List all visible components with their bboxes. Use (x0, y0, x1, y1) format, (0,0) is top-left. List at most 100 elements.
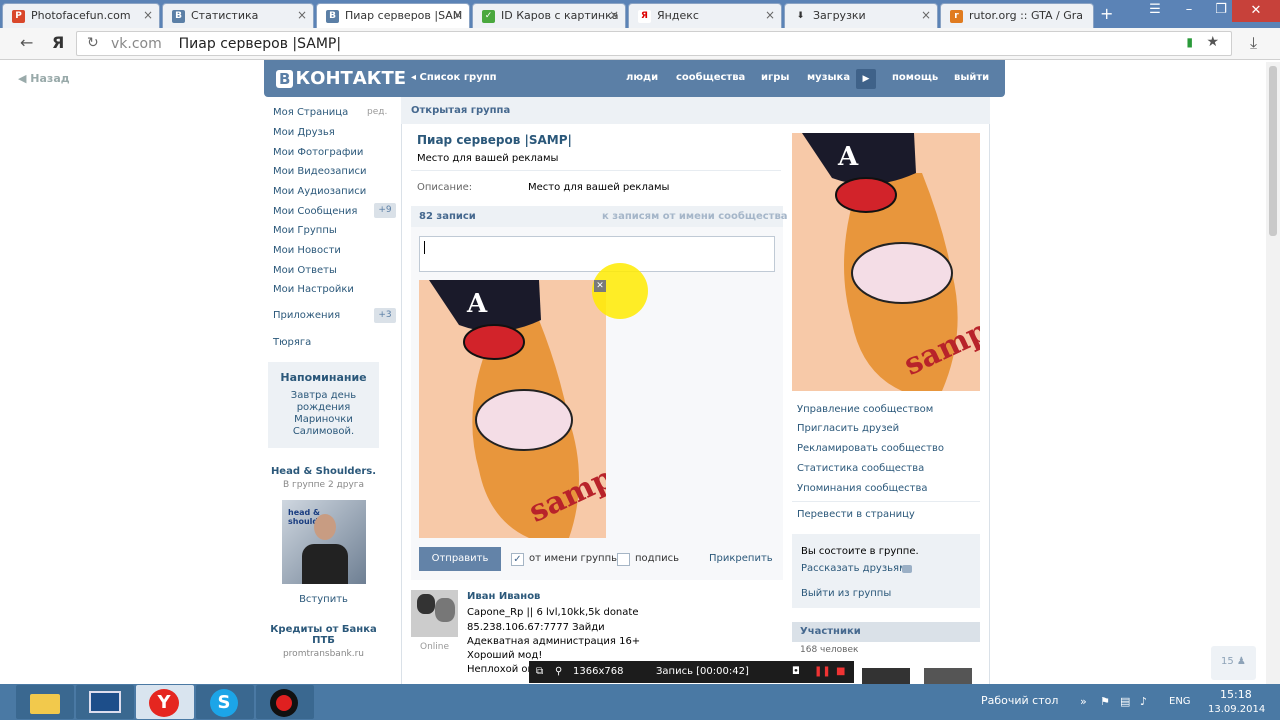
new-tab-icon[interactable]: + (1100, 4, 1113, 23)
join-button[interactable]: Вступить (268, 594, 379, 605)
attach-link[interactable]: Прикрепить (709, 553, 773, 564)
group-avatar[interactable]: A samp (792, 133, 980, 391)
close-icon[interactable]: × (453, 8, 463, 22)
chevron-up-icon[interactable]: » (1080, 695, 1087, 708)
convert-to-page-link[interactable]: Перевести в страницу (797, 509, 915, 520)
scrollbar-thumb[interactable] (1269, 66, 1277, 236)
nav-games[interactable]: игры (761, 72, 789, 83)
as-group-label[interactable]: от имени группы (529, 553, 619, 564)
tab-car-ids[interactable]: ✓ ID Каров с картинка × (472, 3, 626, 28)
stop-icon[interactable]: ■ (836, 666, 845, 677)
menu-news[interactable]: Мои Новости (273, 245, 341, 256)
close-icon[interactable]: × (765, 8, 775, 22)
yandex-logo-icon[interactable]: Я (52, 33, 64, 52)
apps-badge[interactable]: +3 (374, 308, 396, 323)
ad-bank[interactable]: Кредиты от Банка ПТБ promtransbank.ru (268, 624, 379, 659)
nav-music[interactable]: музыка (807, 72, 850, 83)
back-link[interactable]: ◀ Назад (18, 72, 70, 85)
skype-icon[interactable]: S (196, 685, 254, 719)
reminder-text[interactable]: Завтра день рождения Мариночки Салимовой… (268, 390, 379, 438)
yandex-browser-icon[interactable]: Y (136, 685, 194, 719)
downloads-icon[interactable]: ⤓ (1250, 33, 1257, 53)
close-icon[interactable]: × (921, 8, 931, 22)
ad-head-shoulders[interactable]: Head & Shoulders. В группе 2 друга (268, 466, 379, 490)
menu-prison-app[interactable]: Тюряга (273, 337, 311, 348)
reload-icon[interactable]: ↻ (87, 35, 99, 51)
menu-icon[interactable]: ☰ (1138, 2, 1172, 17)
tab-photofacefun[interactable]: P Photofacefun.com × (2, 3, 160, 28)
advertise-link[interactable]: Рекламировать сообщество (797, 443, 944, 454)
send-button[interactable]: Отправить (419, 547, 501, 571)
member-avatar[interactable] (862, 668, 910, 684)
menu-friends[interactable]: Мои Друзья (273, 127, 335, 138)
network-icon[interactable]: ▤ (1120, 695, 1130, 708)
remove-attachment-icon[interactable]: ✕ (594, 280, 606, 292)
url-input[interactable]: ↻ vk.com Пиар серверов |SAMP| ▮ ★ (76, 31, 1232, 56)
vk-logo[interactable]: В КОНТАКТЕ (276, 68, 406, 89)
recorder-app-icon[interactable] (256, 685, 314, 719)
window-icon[interactable]: ⧉ (536, 666, 543, 677)
tab-stats[interactable]: B Статистика × (162, 3, 314, 28)
language-indicator[interactable]: ENG (1169, 696, 1191, 707)
menu-videos[interactable]: Мои Видеозаписи (273, 166, 366, 177)
minimize-icon[interactable]: – (1172, 2, 1206, 17)
signature-checkbox[interactable] (617, 553, 630, 566)
nav-communities[interactable]: сообщества (676, 72, 745, 83)
tab-downloads[interactable]: ⬇ Загрузки × (784, 3, 938, 28)
messages-badge[interactable]: +9 (374, 203, 396, 218)
tab-group-page[interactable]: B Пиар серверов |SAM × (316, 3, 470, 28)
attached-image[interactable]: A samp (419, 280, 606, 538)
clock-date[interactable]: 13.09.2014 (1208, 704, 1265, 715)
nav-help[interactable]: помощь (892, 72, 938, 83)
close-icon[interactable]: × (143, 8, 153, 22)
menu-answers[interactable]: Мои Ответы (273, 265, 337, 276)
lock-icon[interactable]: ▮ (1186, 35, 1193, 49)
menu-apps[interactable]: Приложения (273, 310, 340, 321)
post-input[interactable] (419, 236, 775, 272)
manage-community-link[interactable]: Управление сообществом (797, 404, 933, 415)
flag-icon[interactable]: ⚑ (1100, 695, 1110, 708)
desktop-label[interactable]: Рабочий стол (981, 694, 1058, 707)
play-icon[interactable]: ▶ (856, 69, 876, 89)
post-author[interactable]: Иван Иванов (467, 591, 540, 602)
ad-image[interactable]: head & shoulders (282, 500, 366, 584)
signature-label[interactable]: подпись (635, 553, 679, 564)
ad-title[interactable]: Кредиты от Банка ПТБ (268, 624, 379, 646)
menu-my-page[interactable]: Моя Страница (273, 107, 348, 118)
speech-bubble-icon[interactable] (902, 565, 912, 573)
close-icon[interactable]: × (609, 8, 619, 22)
member-avatar[interactable] (924, 668, 972, 684)
zoom-icon[interactable]: ⚲ (555, 666, 562, 677)
post-avatar[interactable] (411, 590, 458, 637)
likes-counter[interactable]: 15 ♟ (1211, 646, 1256, 680)
nav-people[interactable]: люди (626, 72, 658, 83)
pause-icon[interactable]: ❚❚ (814, 666, 831, 677)
camera-icon[interactable]: ◘ (792, 666, 800, 677)
menu-groups[interactable]: Мои Группы (273, 225, 337, 236)
ad-title[interactable]: Head & Shoulders. (268, 466, 379, 477)
close-icon[interactable]: × (297, 8, 307, 22)
members-title[interactable]: Участники (800, 626, 861, 637)
menu-messages[interactable]: Мои Сообщения (273, 206, 357, 217)
nav-logout[interactable]: выйти (954, 72, 989, 83)
posts-count[interactable]: 82 записи (419, 211, 476, 222)
groups-list-link[interactable]: ◂ Список групп (411, 72, 497, 83)
leave-group-link[interactable]: Выйти из группы (801, 588, 891, 599)
lenovo-app-icon[interactable] (76, 685, 134, 719)
mentions-link[interactable]: Упоминания сообщества (797, 483, 928, 494)
stats-link[interactable]: Статистика сообщества (797, 463, 924, 474)
tab-rutor[interactable]: r rutor.org :: GTA / Gra (940, 3, 1094, 28)
volume-icon[interactable]: ♪ (1140, 695, 1147, 708)
tell-friends-link[interactable]: Рассказать друзьям (801, 563, 907, 574)
posts-filter-link[interactable]: к записям от имени сообщества (602, 211, 788, 222)
clock-time[interactable]: 15:18 (1220, 688, 1252, 701)
close-window-icon[interactable]: ✕ (1232, 0, 1280, 22)
tab-yandex[interactable]: Я Яндекс × (628, 3, 782, 28)
edit-link[interactable]: ред. (367, 107, 387, 117)
as-group-checkbox[interactable]: ✓ (511, 553, 524, 566)
back-arrow-icon[interactable]: ← (20, 33, 33, 52)
star-icon[interactable]: ★ (1206, 34, 1219, 50)
menu-photos[interactable]: Мои Фотографии (273, 147, 363, 158)
file-explorer-icon[interactable] (16, 685, 74, 719)
menu-settings[interactable]: Мои Настройки (273, 284, 354, 295)
